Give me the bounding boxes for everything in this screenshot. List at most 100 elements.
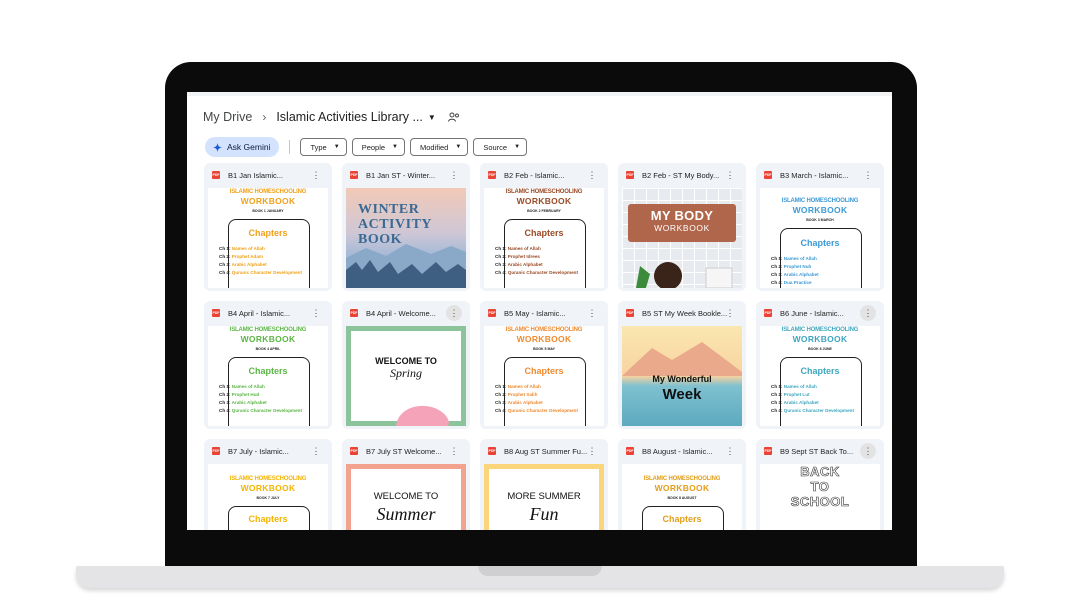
file-thumbnail: ISLAMIC HOMESCHOOLING WORKBOOK BOOK 7 JU… bbox=[208, 464, 328, 530]
file-card[interactable]: PDF B1 Jan ST - Winter... ⋮ WINTER ACTIVITY… bbox=[342, 163, 470, 291]
hills-illustration bbox=[622, 342, 742, 376]
file-card[interactable]: PDF B4 April - Islamic... ⋮ ISLAMIC HOMESC… bbox=[204, 301, 332, 429]
file-thumbnail: WINTER ACTIVITY BOOK bbox=[346, 188, 466, 288]
file-card[interactable]: PDF B8 Aug ST Summer Fu... ⋮ MORE SUMMER F… bbox=[480, 439, 608, 530]
filter-chip-people[interactable]: People ▼ bbox=[351, 138, 405, 156]
more-vert-icon[interactable]: ⋮ bbox=[308, 167, 324, 183]
thumb-chapter: Ch 1: Names of Allah bbox=[495, 246, 541, 251]
file-title: B3 March - Islamic... bbox=[780, 170, 849, 180]
more-vert-icon[interactable]: ⋮ bbox=[308, 443, 324, 459]
more-vert-icon[interactable]: ⋮ bbox=[722, 167, 738, 183]
file-card[interactable]: PDF B1 Jan Islamic... ⋮ ISLAMIC HOMESCHOOL… bbox=[204, 163, 332, 291]
thumb-chapters: Chapters bbox=[662, 514, 702, 524]
caret-down-icon: ▼ bbox=[455, 144, 462, 150]
file-card[interactable]: PDF B2 Feb - ST My Body... ⋮ MY BODY WORKB… bbox=[618, 163, 746, 291]
filter-chip-source[interactable]: Source ▼ bbox=[473, 138, 528, 156]
more-vert-icon[interactable]: ⋮ bbox=[722, 305, 738, 321]
thumb-book: BOOK 7 JULY bbox=[256, 496, 280, 500]
file-title: B8 August - Islamic... bbox=[642, 446, 713, 456]
file-card[interactable]: PDF B3 March - Islamic... ⋮ ISLAMIC HOMESC… bbox=[756, 163, 884, 291]
file-card[interactable]: PDF B8 August - Islamic... ⋮ ISLAMIC HOMES… bbox=[618, 439, 746, 530]
thumb-chapter: Ch 3: Arabic Alphabet bbox=[771, 272, 819, 277]
thumb-chapter: Ch 1: Names of Allah bbox=[219, 384, 265, 389]
file-thumbnail: WELCOME TO Spring bbox=[346, 326, 466, 426]
file-thumbnail: ISLAMIC HOMESCHOOLING WORKBOOK BOOK 1 JA… bbox=[208, 188, 328, 288]
thumb-workbook: WORKBOOK bbox=[792, 334, 848, 344]
thumb-chapter: Ch 3: Arabic Alphabet bbox=[219, 262, 267, 267]
caret-down-icon[interactable]: ▼ bbox=[428, 113, 436, 122]
more-vert-icon[interactable]: ⋮ bbox=[860, 443, 876, 459]
thumb-cover-subtitle: Summer bbox=[376, 504, 436, 524]
file-thumbnail: MORE SUMMER Fun bbox=[484, 464, 604, 530]
breadcrumb-my-drive[interactable]: My Drive bbox=[203, 110, 252, 124]
more-vert-icon[interactable]: ⋮ bbox=[860, 167, 876, 183]
more-vert-icon[interactable]: ⋮ bbox=[584, 443, 600, 459]
more-vert-icon[interactable]: ⋮ bbox=[584, 305, 600, 321]
thumb-series: ISLAMIC HOMESCHOOLING bbox=[229, 189, 307, 195]
thumb-series: ISLAMIC HOMESCHOOLING bbox=[229, 327, 307, 333]
shared-folder-icon[interactable] bbox=[447, 112, 460, 122]
file-title: B5 May - Islamic... bbox=[504, 308, 566, 318]
thumb-chapter: Ch 3: Arabic Alphabet bbox=[771, 400, 819, 405]
file-thumbnail: ISLAMIC HOMESCHOOLING WORKBOOK BOOK 2 FE… bbox=[484, 188, 604, 288]
thumb-chapters: Chapters bbox=[248, 514, 288, 524]
breadcrumb-current-folder[interactable]: Islamic Activities Library ... bbox=[276, 110, 423, 124]
top-bar-edge bbox=[187, 92, 892, 96]
thumb-book: BOOK 5 MAY bbox=[533, 347, 555, 351]
thumb-chapter: Ch 3: Arabic Alphabet bbox=[495, 400, 543, 405]
thumb-chapter: Ch 2: Prophet Idrees bbox=[495, 254, 540, 259]
ask-gemini-button[interactable]: Ask Gemini bbox=[205, 137, 280, 157]
thumb-chapter: Ch 4: Quranic Character Development bbox=[219, 270, 302, 275]
more-vert-icon[interactable]: ⋮ bbox=[860, 305, 876, 321]
file-card[interactable]: PDF B6 June - Islamic... ⋮ ISLAMIC HOMESCH… bbox=[756, 301, 884, 429]
thumb-cover-subtitle: Spring bbox=[389, 366, 422, 380]
file-card[interactable]: PDF B7 July ST Welcome... ⋮ WELCOME TO Sum… bbox=[342, 439, 470, 530]
thumb-chapter: Ch 4: Quranic Character Development bbox=[495, 408, 578, 413]
more-vert-icon[interactable]: ⋮ bbox=[308, 305, 324, 321]
thumb-workbook: WORKBOOK bbox=[240, 334, 296, 344]
more-vert-icon[interactable]: ⋮ bbox=[722, 443, 738, 459]
filter-chip-type[interactable]: Type ▼ bbox=[300, 138, 347, 156]
file-thumbnail: BACK TO SCHOOL bbox=[760, 464, 880, 530]
thumb-workbook: WORKBOOK bbox=[792, 205, 848, 215]
thumb-chapters: Chapters bbox=[800, 366, 840, 376]
file-card[interactable]: PDF B2 Feb - Islamic... ⋮ ISLAMIC HOMESCHO… bbox=[480, 163, 608, 291]
thumb-chapter: Ch 2: Prophet Adam bbox=[219, 254, 263, 259]
thumb-cover-title: BACK TO SCHOOL bbox=[790, 464, 850, 509]
thumb-book: BOOK 8 AUGUST bbox=[667, 496, 697, 500]
file-card[interactable]: PDF B9 Sept ST Back To... ⋮ BACK TO SCHOOL bbox=[756, 439, 884, 530]
thumb-series: ISLAMIC HOMESCHOOLING bbox=[229, 476, 307, 482]
file-card[interactable]: PDF B7 July - Islamic... ⋮ ISLAMIC HOMESCH… bbox=[204, 439, 332, 530]
pdf-icon: PDF bbox=[212, 447, 220, 455]
thumb-book: BOOK 3 MARCH bbox=[806, 218, 834, 222]
file-title: B2 Feb - ST My Body... bbox=[642, 170, 720, 180]
pdf-icon: PDF bbox=[626, 309, 634, 317]
file-thumbnail: ISLAMIC HOMESCHOOLING WORKBOOK BOOK 3 MA… bbox=[760, 188, 880, 288]
thumb-cover-title: My Wonderful bbox=[652, 374, 712, 384]
pdf-icon: PDF bbox=[350, 309, 358, 317]
filter-chip-modified[interactable]: Modified ▼ bbox=[410, 138, 469, 156]
thumb-chapter: Ch 4: Quranic Character Development bbox=[771, 408, 854, 413]
thumb-chapter: Ch 4: Quranic Character Development bbox=[495, 270, 578, 275]
file-card[interactable]: PDF B5 May - Islamic... ⋮ ISLAMIC HOMESCHO… bbox=[480, 301, 608, 429]
more-vert-icon[interactable]: ⋮ bbox=[584, 167, 600, 183]
file-card[interactable]: PDF B4 April - Welcome... ⋮ WELCOME TO Spr… bbox=[342, 301, 470, 429]
more-vert-icon[interactable]: ⋮ bbox=[446, 305, 462, 321]
file-title: B7 July - Islamic... bbox=[228, 446, 289, 456]
thumb-series: ISLAMIC HOMESCHOOLING bbox=[643, 476, 721, 482]
pdf-icon: PDF bbox=[488, 309, 496, 317]
pdf-icon: PDF bbox=[350, 447, 358, 455]
thumb-chapter: Ch 1: Names of Allah bbox=[771, 256, 817, 261]
more-vert-icon[interactable]: ⋮ bbox=[446, 443, 462, 459]
thumb-chapter: Ch 4: Quranic Character Development bbox=[219, 408, 302, 413]
file-card[interactable]: PDF B5 ST My Week Bookle... ⋮ My Wonderful… bbox=[618, 301, 746, 429]
pdf-icon: PDF bbox=[626, 171, 634, 179]
file-thumbnail: MY BODY WORKBOOK bbox=[622, 188, 742, 288]
thumb-workbook: WORKBOOK bbox=[516, 196, 572, 206]
file-title: B1 Jan Islamic... bbox=[228, 170, 284, 180]
thumb-workbook: WORKBOOK bbox=[516, 334, 572, 344]
thumb-chapters: Chapters bbox=[524, 228, 564, 238]
more-vert-icon[interactable]: ⋮ bbox=[446, 167, 462, 183]
thumb-chapter: Ch 1: Names of Allah bbox=[495, 384, 541, 389]
pdf-icon: PDF bbox=[626, 447, 634, 455]
